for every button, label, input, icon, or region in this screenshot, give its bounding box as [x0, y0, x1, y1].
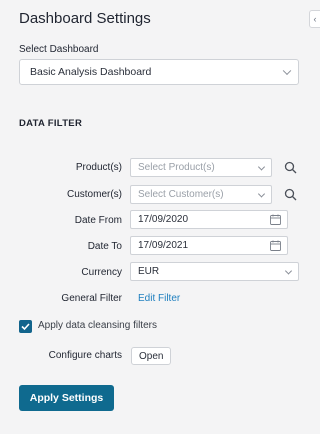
- currency-label: Currency: [81, 267, 122, 278]
- currency-select[interactable]: EUR: [130, 262, 299, 281]
- page-title: Dashboard Settings: [19, 10, 151, 27]
- collapse-panel-tab[interactable]: ‹: [309, 10, 320, 28]
- search-icon[interactable]: [284, 161, 297, 174]
- chevron-down-icon: [257, 162, 266, 171]
- currency-value: EUR: [138, 266, 160, 277]
- calendar-icon[interactable]: [270, 214, 281, 225]
- customers-placeholder: Select Customer(s): [138, 189, 224, 200]
- chevron-down-icon: [284, 266, 293, 275]
- dashboard-select-value: Basic Analysis Dashboard: [30, 66, 152, 78]
- data-cleansing-checkbox[interactable]: [19, 320, 32, 333]
- date-from-value: 17/09/2020: [138, 214, 189, 225]
- data-filter-heading: DATA FILTER: [19, 118, 83, 129]
- apply-settings-button[interactable]: Apply Settings: [19, 385, 114, 411]
- chevron-down-icon: [257, 189, 266, 198]
- select-dashboard-label: Select Dashboard: [19, 44, 99, 55]
- checkmark-icon: [21, 323, 30, 331]
- chevron-down-icon: [282, 66, 292, 76]
- customers-select[interactable]: Select Customer(s): [130, 185, 272, 204]
- dashboard-settings-panel: ‹ Dashboard Settings Select Dashboard Ba…: [0, 0, 320, 434]
- products-label: Product(s): [75, 162, 122, 173]
- search-icon[interactable]: [284, 188, 297, 201]
- products-select[interactable]: Select Product(s): [130, 158, 272, 177]
- date-from-input[interactable]: 17/09/2020: [130, 210, 288, 229]
- configure-charts-label: Configure charts: [48, 350, 122, 361]
- date-to-label: Date To: [87, 241, 122, 252]
- date-to-value: 17/09/2021: [138, 240, 189, 251]
- data-cleansing-label[interactable]: Apply data cleansing filters: [38, 320, 157, 331]
- customers-label: Customer(s): [66, 189, 122, 200]
- edit-filter-link[interactable]: Edit Filter: [138, 293, 180, 304]
- dashboard-select[interactable]: Basic Analysis Dashboard: [19, 59, 299, 85]
- date-to-input[interactable]: 17/09/2021: [130, 236, 288, 255]
- general-filter-label: General Filter: [61, 293, 122, 304]
- date-from-label: Date From: [74, 215, 122, 226]
- products-placeholder: Select Product(s): [138, 162, 215, 173]
- open-charts-button[interactable]: Open: [131, 347, 172, 365]
- calendar-icon[interactable]: [270, 240, 281, 251]
